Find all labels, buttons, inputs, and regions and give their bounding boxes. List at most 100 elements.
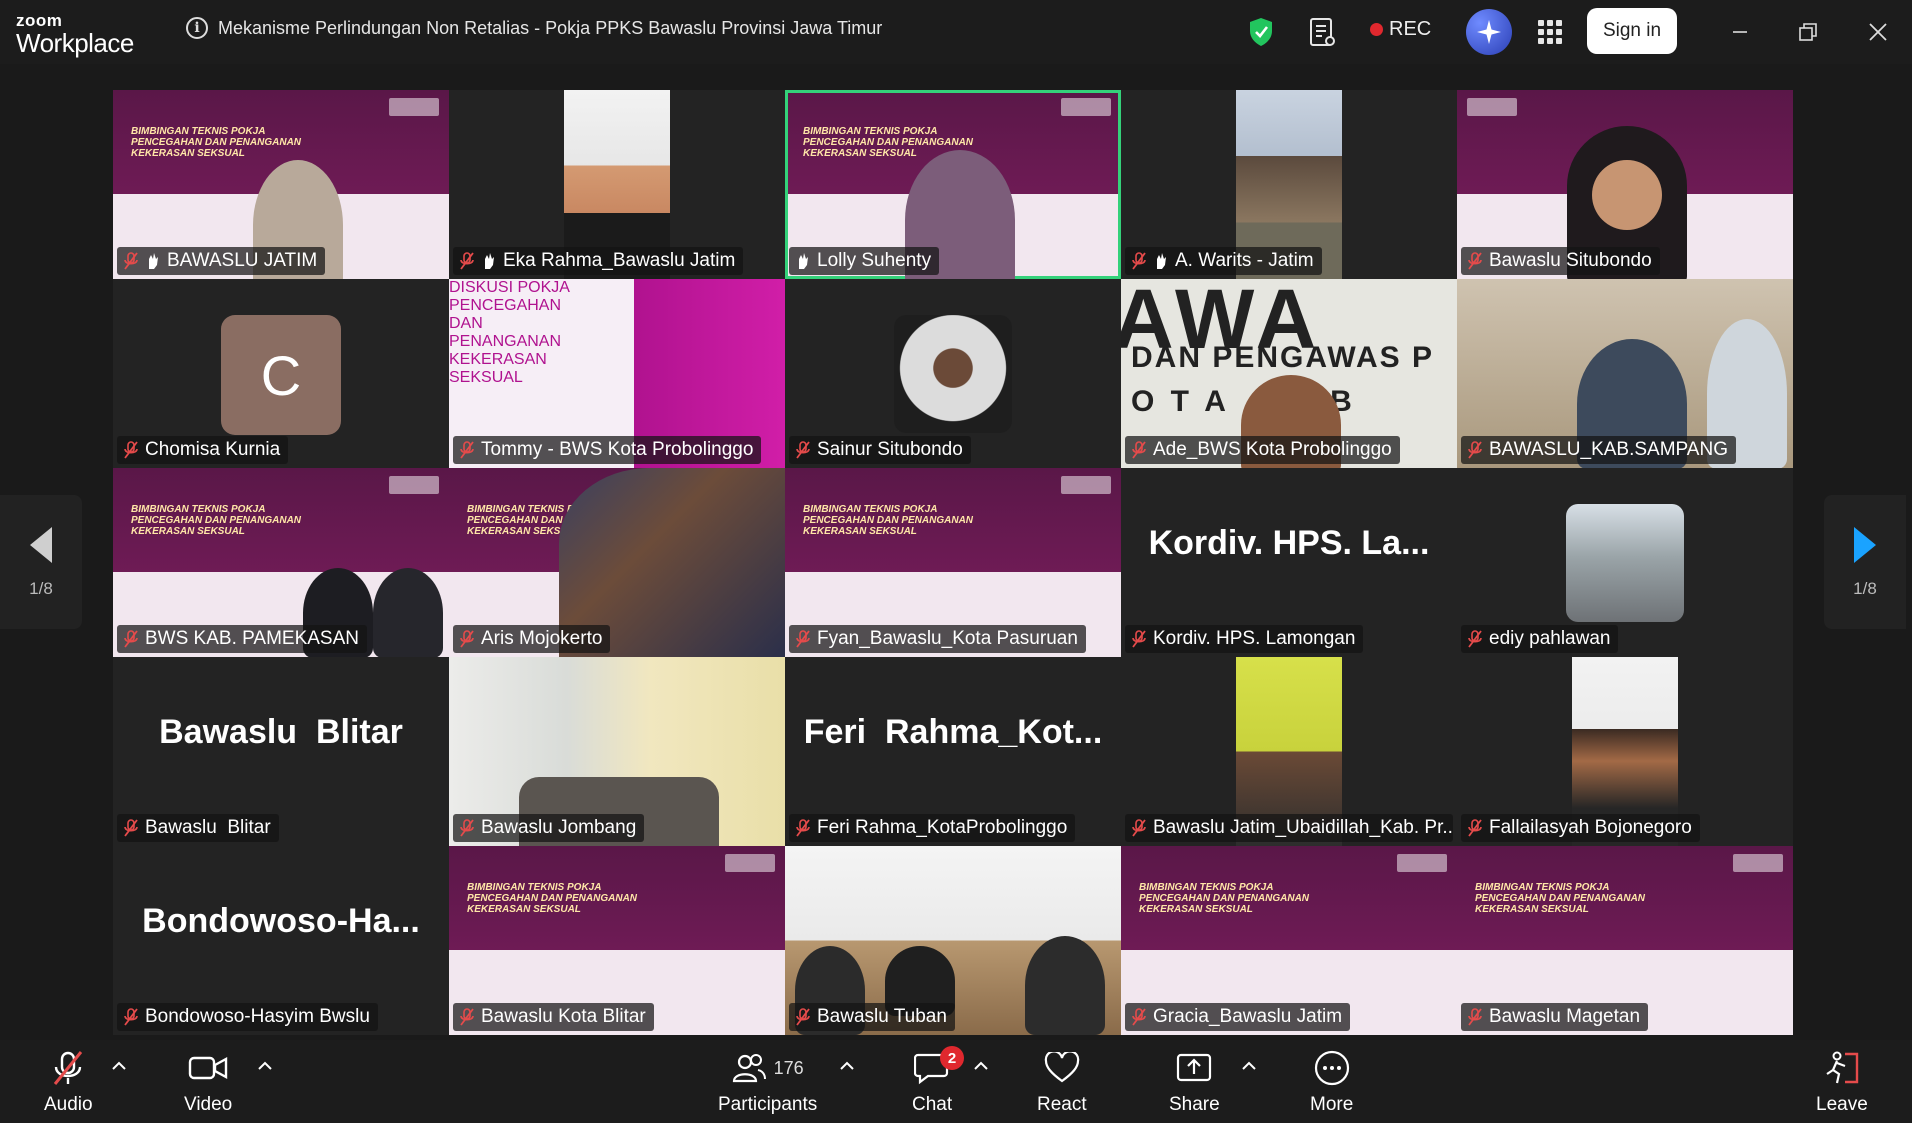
restore-icon [1799,23,1817,41]
arrow-left-icon [30,527,52,563]
muted-mic-icon [796,630,810,648]
sign-in-button[interactable]: Sign in [1587,8,1677,54]
muted-mic-icon [460,630,474,648]
leave-button[interactable]: Leave [1816,1050,1868,1116]
chat-options-chevron-icon[interactable] [972,1060,990,1072]
participants-button[interactable]: 176 Participants [718,1050,817,1116]
participant-name: BWS KAB. PAMEKASAN [145,628,359,649]
restore-button[interactable] [1788,14,1828,50]
more-button[interactable]: More [1310,1050,1353,1116]
participant-tile[interactable]: BAWASLU_KAB.SAMPANG [1457,279,1793,468]
more-label: More [1310,1094,1354,1115]
participant-tile[interactable]: Feri Rahma_Kot... Feri Rahma_KotaProboli… [785,657,1121,846]
name-tag: Bawaslu Situbondo [1461,247,1660,275]
participant-tile[interactable]: Bawaslu Jombang [449,657,785,846]
participant-tile[interactable]: Bawaslu Blitar Bawaslu Blitar [113,657,449,846]
video-gallery: BIMBINGAN TEKNIS POKJA PENCEGAHAN DAN PE… [113,90,1793,1035]
apps-grid-icon[interactable] [1538,20,1562,44]
muted-mic-icon [54,1051,83,1085]
title-bar: zoom Workplace i Mekanisme Perlindungan … [0,0,1912,64]
share-options-chevron-icon[interactable] [1240,1060,1258,1072]
react-button[interactable]: React [1037,1050,1087,1116]
participant-tile[interactable]: BIMBINGAN TEKNIS POKJA PENCEGAHAN DAN PE… [449,846,785,1035]
name-tag: Sainur Situbondo [789,436,971,464]
info-icon[interactable]: i [186,17,208,39]
participant-tile[interactable]: Bawaslu Jatim_Ubaidillah_Kab. Pr... [1121,657,1457,846]
participant-tile[interactable]: Bawaslu Situbondo [1457,90,1793,279]
ai-companion-button[interactable] [1466,9,1512,55]
previous-page-button[interactable]: 1/8 [0,495,82,629]
chat-button[interactable]: 2 Chat [912,1046,965,1116]
participant-tile[interactable]: Bawaslu Tuban [785,846,1121,1035]
participant-name: Lolly Suhenty [817,250,932,271]
video-options-chevron-icon[interactable] [256,1060,274,1072]
participant-name: Fyan_Bawaslu_Kota Pasuruan [817,628,1078,649]
participant-name: Kordiv. HPS. Lamongan [1153,628,1356,649]
encryption-shield-icon[interactable] [1248,17,1274,47]
share-button[interactable]: Share [1169,1050,1220,1116]
participant-tile[interactable]: C Chomisa Kurnia [113,279,449,468]
participant-tile[interactable]: Bondowoso-Ha... Bondowoso-Hasyim Bwslu [113,846,449,1035]
slide-title: BIMBINGAN TEKNIS POKJA PENCEGAHAN DAN PE… [131,504,302,537]
muted-mic-icon [1132,630,1146,648]
name-tag: Bawaslu Blitar [117,814,279,842]
display-name-placeholder: Bondowoso-Ha... [142,901,420,940]
minimize-button[interactable] [1720,14,1760,50]
name-tag: Ade_BWS Kota Probolinggo [1125,436,1400,464]
participant-tile[interactable]: BIMBINGAN TEKNIS POKJA PENCEGAHAN DAN PE… [785,468,1121,657]
audio-options-chevron-icon[interactable] [110,1060,128,1072]
muted-mic-icon [1132,252,1146,270]
name-tag: Fyan_Bawaslu_Kota Pasuruan [789,625,1086,653]
participant-name: Bawaslu Blitar [145,817,271,838]
participant-name: Fallailasyah Bojonegoro [1489,817,1692,838]
participant-name: Aris Mojokerto [481,628,603,649]
participant-tile[interactable]: BIMBINGAN TEKNIS POKJA PENCEGAHAN DAN PE… [1457,846,1793,1035]
participant-name: Bondowoso-Hasyim Bwslu [145,1006,370,1027]
video-label: Video [184,1094,233,1115]
participant-tile[interactable]: BIMBINGAN TEKNIS POKJA PENCEGAHAN DAN PE… [1121,846,1457,1035]
participant-tile[interactable]: A. Warits - Jatim [1121,90,1457,279]
next-page-button[interactable]: 1/8 [1824,495,1906,629]
participant-name: Ade_BWS Kota Probolinggo [1153,439,1392,460]
sparkle-icon [1477,20,1501,44]
recording-dot-icon [1370,23,1383,36]
video-button[interactable]: Video [184,1050,232,1116]
recording-indicator[interactable]: REC [1370,18,1431,41]
slide-title: BIMBINGAN TEKNIS POKJA PENCEGAHAN DAN PE… [803,504,974,537]
participant-tile[interactable]: AWA DAN PENGAWAS P O T A O B Ade_BWS Kot… [1121,279,1457,468]
name-tag: Bondowoso-Hasyim Bwslu [117,1003,378,1031]
participant-tile[interactable]: Kordiv. HPS. La... Kordiv. HPS. Lamongan [1121,468,1457,657]
participant-tile[interactable]: ediy pahlawan [1457,468,1793,657]
participants-icon [732,1054,766,1083]
participant-tile[interactable]: Eka Rahma_Bawaslu Jatim [449,90,785,279]
participant-name: Bawaslu Jombang [481,817,637,838]
participant-tile[interactable]: Sainur Situbondo [785,279,1121,468]
participant-tile[interactable]: BIMBINGAN TEKNIS POKJA PENCEGAHAN DAN PE… [113,90,449,279]
react-label: React [1037,1094,1087,1115]
participant-name: BAWASLU_KAB.SAMPANG [1489,439,1728,460]
close-button[interactable] [1858,14,1898,50]
arrow-right-icon [1854,527,1876,563]
participant-tile[interactable]: Fallailasyah Bojonegoro [1457,657,1793,846]
muted-mic-icon [124,630,138,648]
participant-name: Bawaslu Jatim_Ubaidillah_Kab. Pr... [1153,817,1453,838]
name-tag: Eka Rahma_Bawaslu Jatim [453,247,744,275]
rec-label: REC [1389,18,1432,40]
audio-button[interactable]: Audio [44,1050,93,1116]
slide-title: BIMBINGAN TEKNIS POKJA PENCEGAHAN DAN PE… [1475,882,1646,915]
name-tag: Aris Mojokerto [453,625,611,653]
display-name-placeholder: Bawaslu Blitar [159,712,403,751]
participant-tile[interactable]: BIMBINGAN TEKNIS POKJA PENCEGAHAN DAN PE… [449,468,785,657]
participant-tile[interactable]: DISKUSI POKJA PENCEGAHAN DAN PENANGANAN … [449,279,785,468]
participant-name: Gracia_Bawaslu Jatim [1153,1006,1343,1027]
meeting-info[interactable]: i Mekanisme Perlindungan Non Retalias - … [186,17,882,39]
raised-hand-icon [485,253,494,269]
muted-mic-icon [1468,252,1482,270]
participants-options-chevron-icon[interactable] [838,1060,856,1072]
name-tag: Bawaslu Magetan [1461,1003,1649,1031]
meeting-summary-icon[interactable] [1308,16,1336,48]
participant-tile[interactable]: BIMBINGAN TEKNIS POKJA PENCEGAHAN DAN PE… [113,468,449,657]
muted-mic-icon [124,252,138,270]
muted-mic-icon [460,1008,474,1026]
active-speaker-tile[interactable]: BIMBINGAN TEKNIS POKJA PENCEGAHAN DAN PE… [785,90,1121,279]
